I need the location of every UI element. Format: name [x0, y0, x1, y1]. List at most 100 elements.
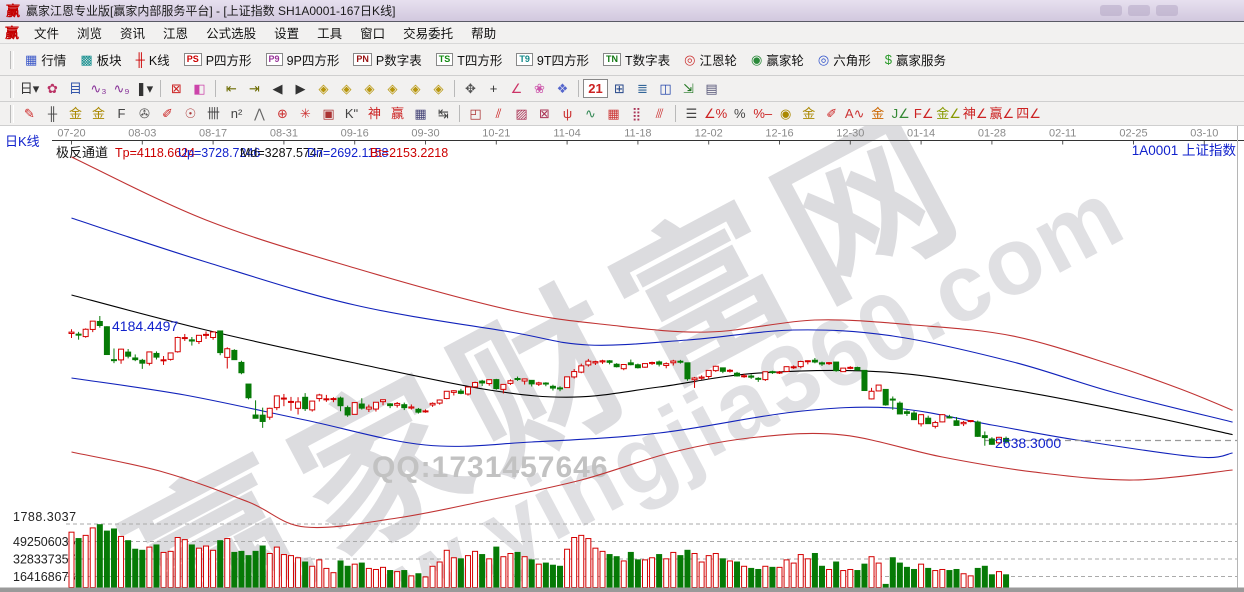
- three-fan-icon[interactable]: ψ: [556, 105, 579, 122]
- wave-a-icon[interactable]: A∿: [843, 105, 866, 122]
- angle-percent-icon[interactable]: ∠%: [703, 105, 728, 122]
- toolbar-button-9p-square[interactable]: P9 9P四方形: [259, 48, 347, 71]
- shen-angle-icon[interactable]: 神∠: [962, 105, 989, 122]
- maximize-button[interactable]: [1128, 5, 1150, 16]
- box-diagonal-icon[interactable]: ▨: [510, 105, 533, 122]
- notes-icon[interactable]: ≣: [631, 80, 654, 97]
- four-angle-icon[interactable]: 四∠: [1015, 105, 1042, 122]
- calculator-icon[interactable]: ⊞: [608, 80, 631, 97]
- menu-item-window[interactable]: 窗口: [351, 23, 394, 42]
- window-controls[interactable]: [1100, 5, 1178, 16]
- slant-lines-icon[interactable]: ⫻: [648, 105, 671, 122]
- toolbar-button-sectors[interactable]: ▩ 板块: [73, 48, 128, 71]
- ying-angle-icon[interactable]: 赢∠: [989, 105, 1016, 122]
- j-angle-icon[interactable]: J∠: [889, 105, 912, 122]
- spiral-icon[interactable]: ✇: [133, 105, 156, 122]
- red-pen-icon[interactable]: ✐: [820, 105, 843, 122]
- compress-all-diamond-icon[interactable]: ◈: [427, 80, 450, 97]
- shen-grid-icon[interactable]: 神: [363, 105, 386, 122]
- price-grid-icon[interactable]: ╫: [41, 105, 64, 122]
- export-icon[interactable]: ⇲: [677, 80, 700, 97]
- ying-grid-icon[interactable]: 赢: [386, 105, 409, 122]
- toolbar-button-winner-service[interactable]: $ 赢家服务: [878, 48, 953, 71]
- gold-angle-line-icon[interactable]: 金: [866, 105, 889, 122]
- compress-horizontal-diamond-icon[interactable]: ◈: [381, 80, 404, 97]
- color-bars-icon[interactable]: ◧: [188, 80, 211, 97]
- menu-item-gann[interactable]: 江恩: [154, 23, 197, 42]
- minimize-button[interactable]: [1100, 5, 1122, 16]
- gold-coin-icon[interactable]: ◉: [774, 105, 797, 122]
- n-square-icon[interactable]: n²: [225, 105, 248, 122]
- print-icon[interactable]: ▤: [700, 80, 723, 97]
- toolbar-button-kline[interactable]: ╫ K线: [129, 48, 177, 71]
- pen2-icon[interactable]: ✐: [156, 105, 179, 122]
- toolbar-button-quotes[interactable]: ▦ 行情: [18, 48, 73, 71]
- toolbar-button-t-square[interactable]: TS T四方形: [429, 48, 510, 71]
- save-icon[interactable]: ◫: [654, 80, 677, 97]
- toolbar-button-t-number-table[interactable]: TN T数字表: [596, 48, 677, 71]
- percent-line-icon[interactable]: %–: [751, 105, 774, 122]
- close-button[interactable]: [1156, 5, 1178, 16]
- time-grid-icon[interactable]: 卌: [202, 105, 225, 122]
- span-measure-icon[interactable]: ↹: [432, 105, 455, 122]
- gann-circle-icon[interactable]: ☉: [179, 105, 202, 122]
- candle-style-dropdown[interactable]: ❚▾: [133, 80, 156, 97]
- dot-grid-icon[interactable]: ⣿: [625, 105, 648, 122]
- expand-horizontal-diamond-icon[interactable]: ◈: [358, 80, 381, 97]
- flower-pattern-icon[interactable]: ❀: [528, 80, 551, 97]
- ma3-icon[interactable]: ∿₃: [87, 80, 110, 97]
- mirror-angle-icon[interactable]: ⋀: [248, 105, 271, 122]
- ma9-icon[interactable]: ∿₉: [110, 80, 133, 97]
- angle-measure-icon[interactable]: ∠: [505, 80, 528, 97]
- indicator-window-icon[interactable]: ✿: [41, 80, 64, 97]
- f-angle-icon[interactable]: F∠: [912, 105, 935, 122]
- golden-section-icon[interactable]: 金: [64, 105, 87, 122]
- next-bar-icon[interactable]: ▶: [289, 80, 312, 97]
- kline-style-dropdown[interactable]: 日▾: [18, 80, 41, 97]
- menu-item-news[interactable]: 资讯: [111, 23, 154, 42]
- gold-angle-icon[interactable]: 金∠: [935, 105, 962, 122]
- hand-tool-icon[interactable]: ✥: [459, 80, 482, 97]
- red-grid-icon[interactable]: ▦: [602, 105, 625, 122]
- compass-icon[interactable]: ⊕: [271, 105, 294, 122]
- box-corner-icon[interactable]: ◰: [464, 105, 487, 122]
- toolbar-button-p-number-table[interactable]: PN P数字表: [346, 48, 428, 71]
- toolbar-button-hexagon[interactable]: ◎ 六角形: [811, 48, 878, 71]
- grid-pattern-icon[interactable]: ❖: [551, 80, 574, 97]
- toolbar-button-p-square[interactable]: PS P四方形: [177, 48, 259, 71]
- last-screen-icon[interactable]: ⇥: [243, 80, 266, 97]
- calendar-21-icon[interactable]: 21: [583, 79, 608, 98]
- fan-lines-icon[interactable]: ⫽: [487, 105, 510, 122]
- gann-pen-icon[interactable]: ✎: [18, 105, 41, 122]
- menu-item-file[interactable]: 文件: [25, 23, 68, 42]
- toolbar-separator: [454, 80, 455, 97]
- star-compass-icon[interactable]: ✳: [294, 105, 317, 122]
- golden-ratio-icon[interactable]: 金: [87, 105, 110, 122]
- prev-bar-icon[interactable]: ◀: [266, 80, 289, 97]
- steps-icon[interactable]: ☰: [680, 105, 703, 122]
- toolbar-button-9t-square[interactable]: T9 9T四方形: [509, 48, 596, 71]
- box-target-icon[interactable]: ▣: [317, 105, 340, 122]
- restore-layout-icon[interactable]: ⊠: [165, 80, 188, 97]
- gold-line-icon[interactable]: 金: [797, 105, 820, 122]
- pan-right-diamond-icon[interactable]: ◈: [335, 80, 358, 97]
- menu-item-formula-stock-pick[interactable]: 公式选股: [197, 23, 265, 42]
- menu-item-help[interactable]: 帮助: [462, 23, 505, 42]
- toolbar-button-gann-wheel[interactable]: ◎ 江恩轮: [677, 48, 744, 71]
- toolbar-button-winner-wheel[interactable]: ◉ 赢家轮: [744, 48, 811, 71]
- zigzag-icon[interactable]: ∿: [579, 105, 602, 122]
- menu-item-tools[interactable]: 工具: [308, 23, 351, 42]
- menu-item-trade-entrust[interactable]: 交易委托: [394, 23, 462, 42]
- fibonacci-icon[interactable]: F: [110, 105, 133, 122]
- menu-item-browse[interactable]: 浏览: [68, 23, 111, 42]
- number-grid-icon[interactable]: ▦: [409, 105, 432, 122]
- first-screen-icon[interactable]: ⇤: [220, 80, 243, 97]
- k-quote-icon[interactable]: Kʺ: [340, 105, 363, 122]
- box-cross-icon[interactable]: ⊠: [533, 105, 556, 122]
- crosshair-tool-icon[interactable]: +: [482, 80, 505, 97]
- expand-all-diamond-icon[interactable]: ◈: [404, 80, 427, 97]
- info-view-icon[interactable]: 目: [64, 80, 87, 97]
- percent-icon[interactable]: %: [728, 105, 751, 122]
- menu-item-settings[interactable]: 设置: [265, 23, 308, 42]
- pan-left-diamond-icon[interactable]: ◈: [312, 80, 335, 97]
